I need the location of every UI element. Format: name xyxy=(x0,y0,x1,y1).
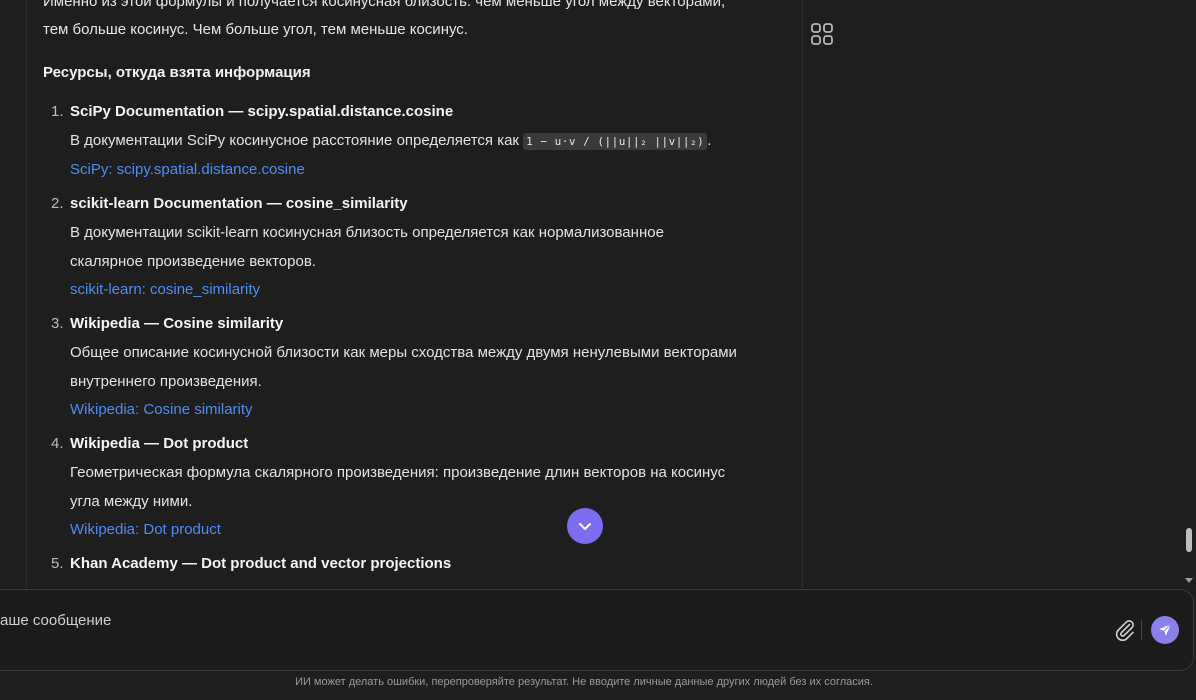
chevron-down-icon xyxy=(579,523,591,530)
message-scroll-area[interactable]: Именно из этой формулы и получается коси… xyxy=(27,0,802,588)
source-description: Геометрическая формула скалярного произв… xyxy=(70,458,788,516)
source-title: Wikipedia — Cosine similarity xyxy=(70,315,284,332)
chat-app: Именно из этой формулы и получается коси… xyxy=(0,0,1196,700)
source-description-line: В документации scikit-learn косинусная б… xyxy=(70,224,664,241)
sources-list: 1. SciPy Documentation — scipy.spatial.d… xyxy=(43,98,788,578)
assistant-message: Именно из этой формулы и получается коси… xyxy=(43,0,788,584)
footer-disclaimer: ИИ может делать ошибки, перепроверяйте р… xyxy=(295,676,873,688)
message-composer[interactable] xyxy=(0,589,1194,671)
list-item: 3. Wikipedia — Cosine similarity Общее о… xyxy=(43,310,788,424)
list-number: 4. xyxy=(51,435,64,452)
list-item: 1. SciPy Documentation — scipy.spatial.d… xyxy=(43,98,788,184)
source-description: В документации SciPy косинусное расстоян… xyxy=(70,126,788,156)
source-description-line: Геометрическая формула скалярного произв… xyxy=(70,464,726,481)
sources-heading: Ресурсы, откуда взята информация xyxy=(43,64,311,81)
inline-code-formula: 1 − u·v / (||u||₂ ||v||₂) xyxy=(523,133,708,150)
source-title: SciPy Documentation — scipy.spatial.dist… xyxy=(70,103,454,120)
source-title: scikit-learn Documentation — cosine_simi… xyxy=(70,195,408,212)
right-panel-divider xyxy=(802,0,803,588)
source-link-wiki-cosine[interactable]: Wikipedia: Cosine similarity xyxy=(70,396,253,424)
list-item: 5. Khan Academy — Dot product and vector… xyxy=(43,550,788,578)
paperclip-icon[interactable] xyxy=(1113,618,1137,642)
source-description-line: Общее описание косинусной близости как м… xyxy=(70,344,737,361)
message-input[interactable]: аше сообщение xyxy=(0,611,111,631)
source-link-scipy[interactable]: SciPy: scipy.spatial.distance.cosine xyxy=(70,156,305,184)
source-description-end: . xyxy=(707,132,712,149)
source-description: В документации scikit-learn косинусная б… xyxy=(70,218,788,276)
scroll-arrow-down-icon[interactable] xyxy=(1185,578,1193,583)
list-number: 1. xyxy=(51,103,64,120)
source-description-text: В документации SciPy косинусное расстоян… xyxy=(70,132,524,149)
list-item: 2. scikit-learn Documentation — cosine_s… xyxy=(43,190,788,304)
intro-paragraph: Именно из этой формулы и получается коси… xyxy=(43,0,788,44)
source-title: Khan Academy — Dot product and vector pr… xyxy=(70,555,452,572)
send-icon xyxy=(1159,623,1172,636)
scrollbar[interactable] xyxy=(1182,0,1196,588)
grid-icon[interactable] xyxy=(810,22,834,46)
scrollbar-thumb[interactable] xyxy=(1186,528,1192,552)
source-description-line: внутреннего произведения. xyxy=(70,373,262,390)
intro-line-1: Именно из этой формулы и получается коси… xyxy=(43,0,726,10)
source-description-line: угла между ними. xyxy=(70,493,193,510)
send-button[interactable] xyxy=(1151,616,1179,644)
list-number: 2. xyxy=(51,195,64,212)
source-link-wiki-dot[interactable]: Wikipedia: Dot product xyxy=(70,516,221,544)
list-number: 3. xyxy=(51,315,64,332)
intro-line-2: тем больше косинус. Чем больше угол, тем… xyxy=(43,21,468,38)
composer-button-divider xyxy=(1141,620,1142,640)
source-title: Wikipedia — Dot product xyxy=(70,435,249,452)
scroll-to-bottom-button[interactable] xyxy=(567,508,603,544)
list-item: 4. Wikipedia — Dot product Геометрическа… xyxy=(43,430,788,544)
source-description: Общее описание косинусной близости как м… xyxy=(70,338,788,396)
list-number: 5. xyxy=(51,555,64,572)
source-description-line: скалярное произведение векторов. xyxy=(70,253,316,270)
source-link-sklearn[interactable]: scikit-learn: cosine_similarity xyxy=(70,276,260,304)
